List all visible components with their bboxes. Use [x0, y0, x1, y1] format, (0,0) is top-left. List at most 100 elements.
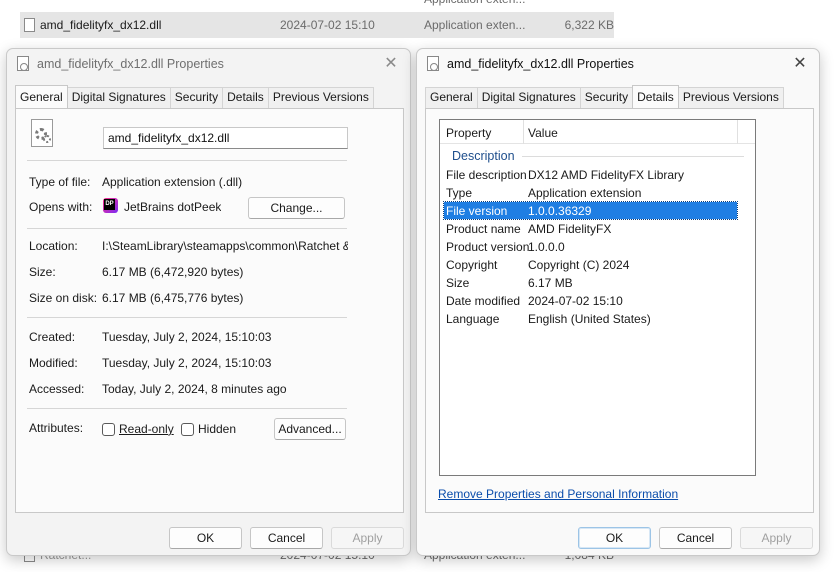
change-button[interactable]: Change... [248, 197, 345, 219]
size-value: 6.17 MB (6,472,920 bytes) [102, 265, 244, 279]
divider [27, 408, 347, 409]
explorer-cell-name: amd_fidelityfx_dx12.dll [40, 18, 162, 32]
column-header-property[interactable]: Property [446, 126, 491, 140]
cancel-button[interactable]: Cancel [250, 527, 323, 549]
tab-details[interactable]: Details [222, 87, 269, 108]
created-label: Created: [29, 330, 76, 344]
ok-button[interactable]: OK [169, 527, 242, 549]
hidden-label: Hidden [198, 422, 237, 436]
tab-details[interactable]: Details [632, 85, 679, 108]
list-item[interactable]: Language English (United States) [444, 310, 737, 327]
properties-dialog-general: amd_fidelityfx_dx12.dll Properties ✕ Gen… [6, 48, 411, 556]
file-properties-icon [427, 56, 439, 71]
property-name: Date modified [446, 294, 521, 308]
accessed-value: Today, July 2, 2024, 8 minutes ago [102, 382, 287, 396]
checkbox-box[interactable] [181, 422, 194, 436]
dll-file-icon [31, 119, 53, 147]
list-item-selected[interactable]: File version 1.0.0.36329 [443, 201, 738, 220]
size-on-disk-value: 6.17 MB (6,475,776 bytes) [102, 291, 244, 305]
tab-digital-signatures[interactable]: Digital Signatures [476, 87, 581, 108]
explorer-cell-type: Application exten... [424, 18, 526, 32]
readonly-label: Read-only [119, 422, 174, 436]
property-value: Copyright (C) 2024 [528, 258, 630, 272]
tab-security[interactable]: Security [579, 87, 634, 108]
property-value: Application extension [528, 186, 642, 200]
list-item[interactable]: Size 6.17 MB [444, 274, 737, 291]
apply-button[interactable]: Apply [740, 527, 813, 549]
modified-value: Tuesday, July 2, 2024, 15:10:03 [102, 356, 272, 370]
property-value: 1.0.0.36329 [528, 204, 592, 218]
tab-security[interactable]: Security [169, 87, 224, 108]
cancel-button[interactable]: Cancel [659, 527, 732, 549]
explorer-cell-date: 2024-07-02 15:10 [280, 18, 375, 32]
advanced-button[interactable]: Advanced... [274, 418, 346, 440]
title-bar[interactable]: amd_fidelityfx_dx12.dll Properties ✕ [7, 49, 410, 81]
property-name: Language [446, 312, 500, 326]
explorer-row-top[interactable]: Application exten... [20, 0, 614, 12]
tab-previous-versions[interactable]: Previous Versions [267, 87, 374, 108]
location-label: Location: [29, 239, 78, 253]
property-name: File description [446, 168, 527, 182]
group-heading-description: Description [452, 149, 515, 163]
list-item[interactable]: Product version 1.0.0.0 [444, 238, 737, 255]
tab-previous-versions[interactable]: Previous Versions [677, 87, 784, 108]
checkbox-box[interactable] [102, 422, 115, 436]
property-name: Product version [446, 240, 530, 254]
dotpeek-app-icon [103, 198, 118, 213]
property-name: File version [446, 204, 508, 218]
attributes-label: Attributes: [29, 421, 84, 435]
size-label: Size: [29, 265, 56, 279]
property-value: 1.0.0.0 [528, 240, 565, 254]
size-on-disk-label: Size on disk: [29, 291, 98, 305]
property-value: English (United States) [528, 312, 651, 326]
explorer-cell-type: Application exten... [424, 0, 525, 6]
general-tab-panel [15, 108, 404, 513]
readonly-checkbox[interactable]: Read-only [102, 422, 174, 436]
property-value: AMD FidelityFX [528, 222, 612, 236]
column-header-value[interactable]: Value [528, 126, 558, 140]
list-item[interactable]: Copyright Copyright (C) 2024 [444, 256, 737, 273]
divider [27, 228, 347, 229]
property-value: 2024-07-02 15:10 [528, 294, 623, 308]
property-value: 6.17 MB [528, 276, 573, 290]
property-name: Size [446, 276, 470, 290]
list-item[interactable]: Type Application extension [444, 184, 737, 201]
tab-digital-signatures[interactable]: Digital Signatures [66, 87, 171, 108]
created-value: Tuesday, July 2, 2024, 15:10:03 [102, 330, 272, 344]
tab-general[interactable]: General [15, 85, 68, 108]
divider [27, 317, 347, 318]
group-divider [522, 156, 744, 157]
divider [27, 160, 347, 161]
title-bar[interactable]: amd_fidelityfx_dx12.dll Properties ✕ [417, 49, 819, 81]
hidden-checkbox[interactable]: Hidden [181, 422, 236, 436]
property-name: Product name [446, 222, 521, 236]
dll-file-icon [24, 18, 35, 32]
close-button[interactable]: ✕ [378, 53, 404, 75]
property-name: Type [446, 186, 473, 200]
details-property-list[interactable]: Property Value Description File descript… [439, 119, 756, 476]
close-button[interactable]: ✕ [787, 53, 813, 75]
apply-button[interactable]: Apply [331, 527, 404, 549]
location-value: I:\SteamLibrary\steamapps\common\Ratchet… [102, 239, 348, 253]
explorer-cell-size: 6,322 KB [564, 18, 614, 32]
opens-with-value: JetBrains dotPeek [124, 200, 222, 214]
modified-label: Modified: [29, 356, 78, 370]
tab-strip: General Digital Signatures Security Deta… [15, 85, 374, 108]
properties-dialog-details: amd_fidelityfx_dx12.dll Properties ✕ Gen… [416, 48, 820, 556]
type-of-file-label: Type of file: [29, 175, 91, 189]
property-value: DX12 AMD FidelityFX Library [528, 168, 685, 182]
dialog-title: amd_fidelityfx_dx12.dll Properties [37, 57, 224, 71]
list-item[interactable]: Date modified 2024-07-02 15:10 [444, 292, 737, 309]
file-name-field[interactable] [103, 127, 348, 149]
remove-properties-link[interactable]: Remove Properties and Personal Informati… [438, 487, 678, 501]
opens-with-label: Opens with: [29, 200, 93, 214]
list-item[interactable]: File description DX12 AMD FidelityFX Lib… [444, 166, 737, 183]
list-item[interactable]: Product name AMD FidelityFX [444, 220, 737, 237]
ok-button[interactable]: OK [578, 527, 651, 549]
accessed-label: Accessed: [29, 382, 85, 396]
explorer-row-selected[interactable]: amd_fidelityfx_dx12.dll 2024-07-02 15:10… [20, 12, 614, 38]
tab-general[interactable]: General [425, 87, 478, 108]
list-header: Property Value [440, 120, 755, 144]
property-name: Copyright [446, 258, 498, 272]
dialog-title: amd_fidelityfx_dx12.dll Properties [447, 57, 634, 71]
